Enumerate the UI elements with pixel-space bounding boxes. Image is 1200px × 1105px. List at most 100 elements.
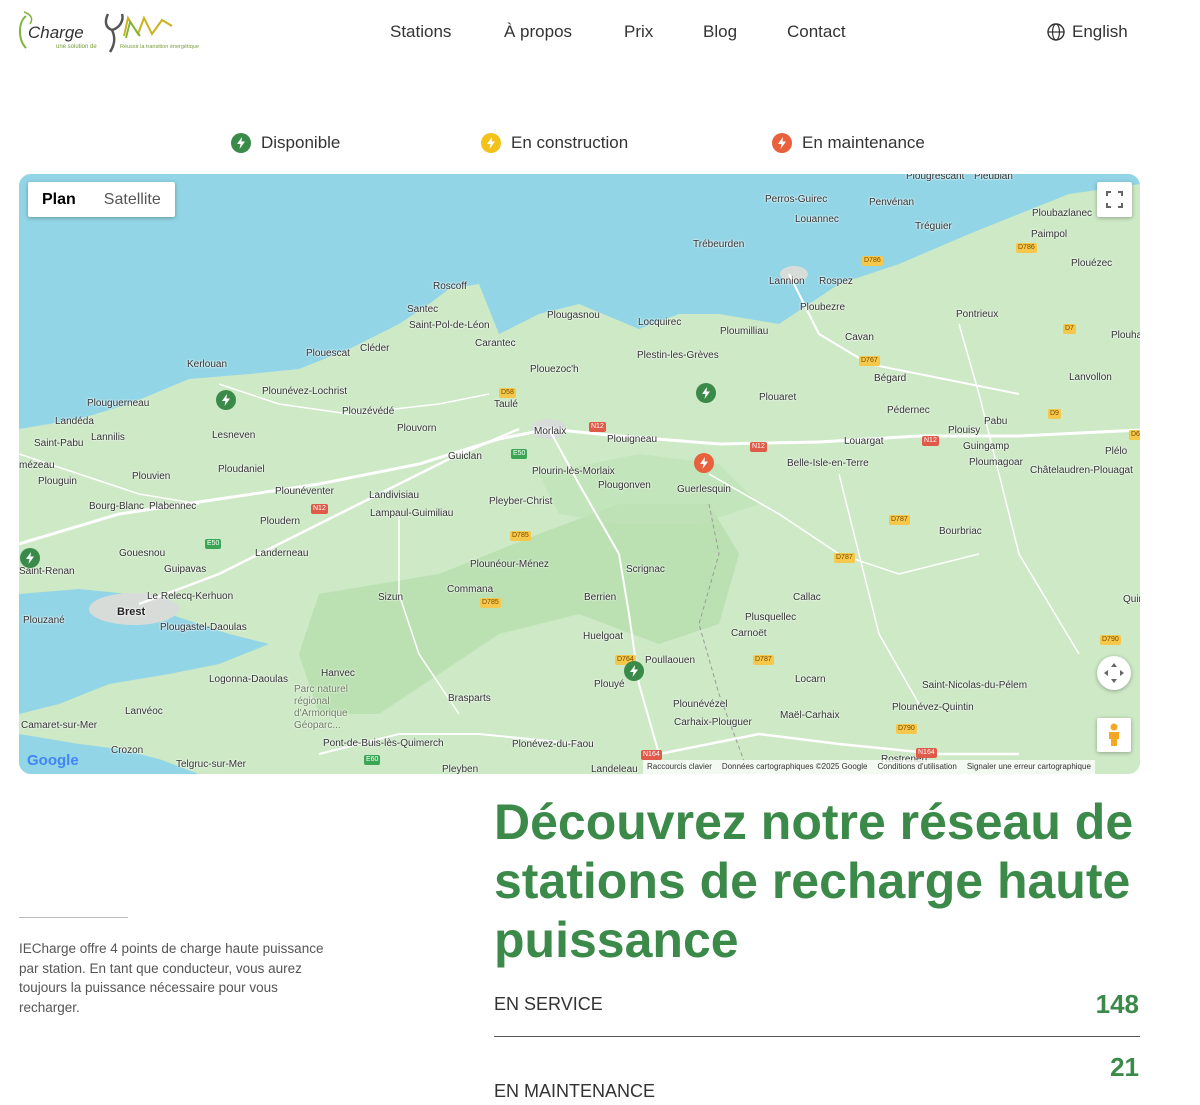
legend-available: Disponible bbox=[231, 133, 340, 153]
place-label: Rospez bbox=[819, 276, 853, 287]
map-attribution: Raccourcis clavier Données cartographiqu… bbox=[643, 760, 1095, 774]
road-badge: D6 bbox=[1129, 430, 1140, 440]
place-label: Pleyber-Christ bbox=[489, 496, 553, 507]
fullscreen-button[interactable] bbox=[1097, 182, 1132, 217]
site-header: Charge une solution de Réussir la transi… bbox=[0, 0, 1200, 70]
place-label: Landéda bbox=[55, 416, 94, 427]
station-marker-available[interactable] bbox=[20, 548, 40, 568]
place-label: mézeau bbox=[19, 460, 55, 471]
lightning-icon bbox=[26, 552, 34, 564]
place-label: Pabu bbox=[984, 416, 1008, 427]
legend-maintenance: En maintenance bbox=[772, 133, 925, 153]
station-marker-available[interactable] bbox=[696, 383, 716, 403]
map-type-plan[interactable]: Plan bbox=[28, 182, 90, 217]
place-label: Le Relecq-Kerhuon bbox=[147, 591, 234, 602]
place-label: Carnoët bbox=[731, 628, 767, 639]
place-label: Plourin-lès-Morlaix bbox=[532, 466, 615, 477]
globe-icon bbox=[1047, 23, 1065, 41]
language-switcher[interactable]: English bbox=[1046, 22, 1128, 42]
nav-contact[interactable]: Contact bbox=[787, 22, 846, 42]
page-headline: Découvrez notre réseau de stations de re… bbox=[494, 794, 1134, 968]
place-label: Guingamp bbox=[963, 441, 1010, 452]
terms-link[interactable]: Conditions d'utilisation bbox=[877, 760, 956, 774]
place-label: Plélo bbox=[1105, 446, 1128, 457]
place-label: Pédernec bbox=[887, 405, 930, 416]
station-marker-available[interactable] bbox=[216, 390, 236, 410]
place-label: Plouezoc'h bbox=[530, 364, 579, 375]
map-type-satellite[interactable]: Satellite bbox=[90, 182, 175, 217]
keyboard-shortcuts-link[interactable]: Raccourcis clavier bbox=[647, 760, 712, 774]
road-badge: N12 bbox=[922, 436, 939, 446]
place-label: Hanvec bbox=[321, 668, 355, 679]
place-label: Plouha bbox=[1111, 330, 1140, 341]
place-label: Crozon bbox=[111, 745, 144, 756]
brand-logo[interactable]: Charge une solution de Réussir la transi… bbox=[16, 8, 216, 58]
place-label: Lannilis bbox=[91, 432, 125, 443]
place-label: Saint-Nicolas-du-Pélem bbox=[922, 680, 1028, 691]
map-data-credit: Données cartographiques ©2025 Google bbox=[721, 762, 868, 771]
place-label: Locquirec bbox=[638, 317, 682, 328]
place-label: Plabennec bbox=[149, 501, 197, 512]
street-view-button[interactable] bbox=[1097, 718, 1131, 752]
place-label: Plouézec bbox=[1071, 258, 1113, 269]
place-label: Tréguier bbox=[915, 221, 952, 232]
place-label: Ploubezre bbox=[800, 302, 846, 313]
place-label: Landeleau bbox=[591, 764, 638, 774]
legend-label: En construction bbox=[511, 133, 629, 152]
road-badge: N12 bbox=[589, 422, 606, 432]
place-label: Ploudern bbox=[260, 516, 301, 527]
divider bbox=[19, 917, 128, 918]
place-label: Commana bbox=[447, 584, 494, 595]
place-label: Kerlouan bbox=[187, 359, 228, 370]
nav-stations[interactable]: Stations bbox=[390, 22, 451, 42]
place-label: Plouvorn bbox=[397, 423, 437, 434]
nav-pricing[interactable]: Prix bbox=[624, 22, 653, 42]
lightning-icon bbox=[772, 133, 792, 153]
place-label: Saint-Pabu bbox=[34, 438, 84, 449]
place-label: Plougastel-Daoulas bbox=[160, 622, 247, 633]
place-label: Brest bbox=[117, 606, 146, 618]
place-label: Plouguin bbox=[38, 476, 77, 487]
place-label: Pleubian bbox=[974, 174, 1013, 182]
stat-in-service-label: EN SERVICE bbox=[494, 994, 603, 1014]
place-label: Plounévez-Lochrist bbox=[262, 386, 348, 397]
place-label: Plounévez-Quintin bbox=[892, 702, 974, 713]
logo-tagline: une solution de bbox=[56, 44, 97, 50]
road-badge: D58 bbox=[499, 388, 516, 398]
place-label: Perros-Guirec bbox=[765, 194, 828, 205]
stations-map[interactable]: Perros-Guirec Louannec Penvénan Tréguier… bbox=[19, 174, 1140, 774]
nav-about[interactable]: À propos bbox=[504, 22, 572, 42]
place-label: Châtelaudren-Plouagat bbox=[1030, 465, 1133, 476]
road-badge: E50 bbox=[511, 449, 528, 459]
nav-blog[interactable]: Blog bbox=[703, 22, 737, 42]
place-label: Morlaix bbox=[534, 426, 567, 437]
road-badge: D790 bbox=[1100, 635, 1121, 645]
station-marker-available[interactable] bbox=[624, 661, 644, 681]
road-badge: D787 bbox=[753, 655, 774, 665]
place-label: Plestin-les-Grèves bbox=[637, 350, 719, 361]
place-label: Plougonven bbox=[598, 480, 651, 491]
lightning-icon bbox=[222, 394, 230, 406]
road-badge: N164 bbox=[916, 748, 937, 758]
place-label: Paimpol bbox=[1031, 229, 1068, 240]
place-label: Plouigneau bbox=[607, 434, 658, 445]
place-label: Plougrescant bbox=[906, 174, 965, 182]
place-label: Guiclan bbox=[448, 451, 482, 462]
road-badge: D790 bbox=[896, 724, 917, 734]
place-label: Locarn bbox=[795, 674, 826, 685]
partner-tagline: Réussir la transition énergétique bbox=[120, 44, 199, 50]
place-label: Lanvéoc bbox=[125, 706, 163, 717]
place-label: Plounévézel bbox=[673, 699, 728, 710]
place-label: Ploumilliau bbox=[720, 326, 769, 337]
station-marker-maintenance[interactable] bbox=[694, 453, 714, 473]
place-label: Ploudaniel bbox=[218, 464, 265, 475]
place-label: Plounéventer bbox=[275, 486, 334, 497]
stat-maintenance-label: EN MAINTENANCE bbox=[494, 1081, 656, 1101]
report-error-link[interactable]: Signaler une erreur cartographique bbox=[967, 760, 1091, 774]
lightning-icon bbox=[700, 457, 708, 469]
camera-control-button[interactable] bbox=[1097, 656, 1131, 690]
place-label: Cléder bbox=[360, 343, 390, 354]
place-label: Bourbriac bbox=[939, 526, 982, 537]
camera-control-icon bbox=[1104, 663, 1124, 683]
road-badge: D785 bbox=[480, 598, 501, 608]
